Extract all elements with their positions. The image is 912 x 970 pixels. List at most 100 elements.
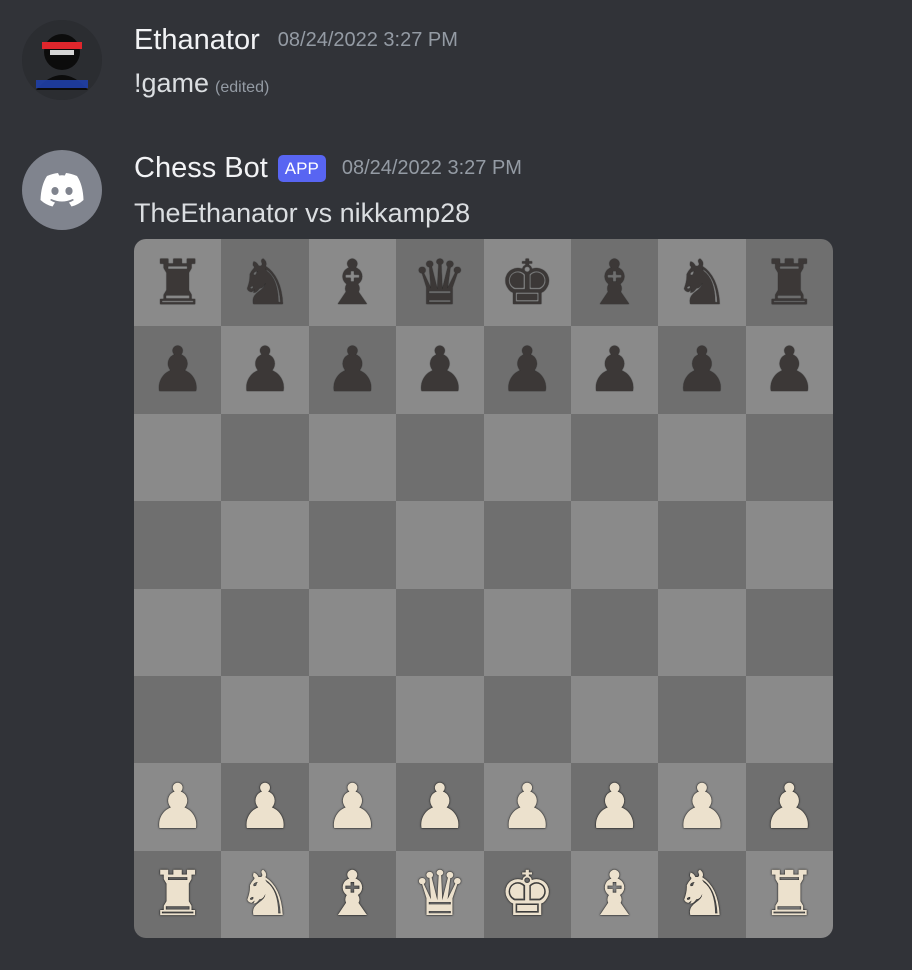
board-square [221, 413, 309, 502]
board-square [658, 588, 746, 676]
white-pawn-icon: ♟ [149, 769, 206, 843]
white-pawn-icon: ♟ [499, 769, 555, 843]
board-square: ♚ [483, 239, 571, 327]
black-rook-icon: ♜ [149, 245, 206, 319]
white-pawn-icon: ♟ [674, 769, 730, 843]
board-square [221, 588, 309, 676]
board-square [308, 675, 397, 764]
board-square [396, 501, 484, 589]
board-square: ♚ [483, 850, 571, 938]
black-pawn-icon: ♟ [761, 333, 818, 407]
board-square: ♟ [570, 326, 659, 414]
board-square: ♟ [658, 326, 746, 414]
board-square [308, 413, 397, 502]
board-square: ♟ [396, 326, 484, 414]
board-square: ♝ [570, 239, 659, 327]
white-pawn-icon: ♟ [324, 769, 381, 843]
board-square: ♟ [134, 326, 222, 414]
white-pawn-icon: ♟ [237, 769, 293, 843]
black-rook-icon: ♜ [761, 245, 818, 319]
edited-label: (edited) [215, 79, 270, 96]
board-square [134, 588, 222, 676]
board-square: ♞ [658, 850, 746, 938]
white-knight-icon: ♞ [237, 857, 293, 931]
message-content: TheEthanator vs nikkamp28 [134, 198, 470, 229]
white-pawn-icon: ♟ [761, 769, 818, 843]
board-square: ♝ [308, 239, 397, 327]
board-square [570, 588, 659, 676]
board-square [745, 588, 833, 676]
black-bishop-icon: ♝ [324, 245, 381, 319]
board-square [221, 501, 309, 589]
board-square: ♟ [221, 326, 309, 414]
board-square: ♜ [134, 850, 222, 938]
black-knight-icon: ♞ [237, 245, 293, 319]
black-pawn-icon: ♟ [412, 333, 468, 407]
white-queen-icon: ♛ [412, 857, 468, 931]
board-square [570, 675, 659, 764]
black-pawn-icon: ♟ [237, 333, 293, 407]
board-square: ♜ [745, 239, 833, 327]
board-square: ♛ [396, 239, 484, 327]
board-square [658, 675, 746, 764]
board-square [570, 413, 659, 502]
black-pawn-icon: ♟ [324, 333, 381, 407]
board-square [570, 501, 659, 589]
discord-logo-icon[interactable] [22, 150, 102, 230]
white-king-icon: ♚ [499, 857, 555, 931]
black-knight-icon: ♞ [674, 245, 730, 319]
board-square [308, 588, 397, 676]
board-square: ♞ [221, 850, 309, 938]
board-square [134, 413, 222, 502]
board-square: ♜ [745, 850, 833, 938]
message-text: TheEthanator vs nikkamp28 [134, 198, 471, 228]
board-square [221, 675, 309, 764]
board-square: ♟ [483, 763, 571, 851]
black-pawn-icon: ♟ [499, 333, 555, 407]
black-pawn-icon: ♟ [674, 333, 730, 407]
board-square [483, 501, 571, 589]
board-square [134, 501, 222, 589]
chess-board-image[interactable]: ♜ ♞ ♝ ♛ ♚ ♝ ♞ ♜ ♟ ♟ ♟ ♟ ♟ ♟ ♟ ♟ ♟ ♟ ♟ ♟ ♟ ♟ ♟ ♟ ♜ ♞ ♝ ♛ ♚ ♝ ♞ ♜ [134, 239, 833, 938]
author-name[interactable]: Ethanator [134, 24, 260, 57]
black-king-icon: ♚ [499, 245, 555, 319]
board-square [745, 675, 833, 764]
black-pawn-icon: ♟ [586, 333, 643, 407]
board-square [745, 413, 833, 502]
black-bishop-icon: ♝ [586, 245, 643, 319]
message-header: Ethanator 08/24/2022 3:27 PM [134, 24, 458, 57]
board-square [658, 413, 746, 502]
board-square: ♟ [570, 763, 659, 851]
board-square [483, 413, 571, 502]
board-square: ♜ [134, 239, 222, 327]
board-square [134, 675, 222, 764]
message-header: Chess Bot APP 08/24/2022 3:27 PM [134, 152, 522, 185]
board-square [483, 675, 571, 764]
board-square: ♟ [221, 763, 309, 851]
board-square [308, 501, 397, 589]
board-square: ♟ [308, 326, 397, 414]
board-square: ♛ [396, 850, 484, 938]
white-knight-icon: ♞ [674, 857, 730, 931]
board-square: ♞ [658, 239, 746, 327]
board-square: ♝ [570, 850, 659, 938]
white-bishop-icon: ♝ [324, 857, 381, 931]
message-timestamp: 08/24/2022 3:27 PM [341, 157, 522, 179]
board-square [396, 588, 484, 676]
board-square: ♟ [396, 763, 484, 851]
white-pawn-icon: ♟ [412, 769, 468, 843]
board-square: ♞ [221, 239, 309, 327]
white-bishop-icon: ♝ [586, 857, 643, 931]
message-ethanator: Ethanator 08/24/2022 3:27 PM !game (edite… [0, 0, 912, 130]
board-square [396, 413, 484, 502]
board-square [483, 588, 571, 676]
board-square [396, 675, 484, 764]
author-name[interactable]: Chess Bot [134, 152, 268, 185]
board-square: ♟ [308, 763, 397, 851]
message-text: !game [134, 68, 210, 98]
ninja-avatar-icon[interactable] [22, 20, 102, 100]
black-pawn-icon: ♟ [149, 333, 206, 407]
white-pawn-icon: ♟ [586, 769, 643, 843]
chat-message-list: Ethanator 08/24/2022 3:27 PM !game (edite… [0, 0, 912, 970]
white-rook-icon: ♜ [149, 857, 206, 931]
